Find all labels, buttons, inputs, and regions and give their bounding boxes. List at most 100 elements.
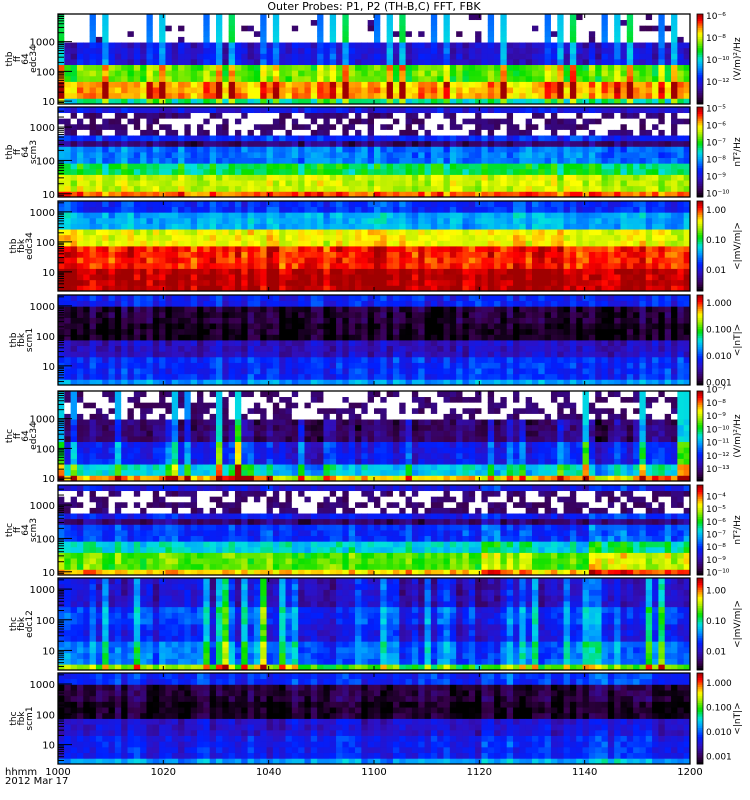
- spectrogram-cell: [513, 30, 520, 37]
- spectrogram-cell: [234, 223, 242, 230]
- spectrogram-cell: [626, 129, 634, 136]
- spectrogram-cell: [430, 257, 438, 264]
- spectrogram-cell: [487, 206, 495, 213]
- spectrogram-cell: [133, 180, 141, 187]
- spectrogram-cell: [291, 129, 299, 136]
- spectrogram-cell: [494, 47, 501, 54]
- spectrogram-cell: [525, 75, 533, 82]
- spectrogram-cell: [83, 14, 90, 21]
- spectrogram-cell: [342, 19, 350, 26]
- spectrogram-cell: [525, 81, 533, 88]
- spectrogram-cell: [487, 81, 495, 88]
- spectrogram-cell: [102, 59, 109, 66]
- spectrogram-cell: [437, 70, 444, 77]
- spectrogram-cell: [234, 123, 242, 130]
- spectrogram-cell: [374, 257, 381, 264]
- spectrogram-cell: [127, 240, 135, 247]
- spectrogram-cell: [588, 257, 596, 264]
- spectrogram-cell: [626, 234, 634, 241]
- spectrogram-cell: [58, 30, 65, 37]
- spectrogram-cell: [317, 70, 324, 77]
- spectrogram-cell: [348, 217, 356, 224]
- spectrogram-cell: [500, 246, 508, 253]
- spectrogram-cell: [197, 64, 204, 71]
- spectrogram-cell: [165, 201, 173, 208]
- spectrogram-cell: [500, 274, 508, 281]
- spectrogram-cell: [209, 229, 217, 236]
- spectrogram-cell: [519, 118, 527, 125]
- spectrogram-cell: [475, 36, 482, 43]
- spectrogram-cell: [247, 251, 255, 258]
- spectrogram-cell: [64, 262, 72, 269]
- spectrogram-cell: [418, 180, 425, 187]
- spectrogram-cell: [563, 70, 571, 77]
- spectrogram-cell: [209, 146, 217, 153]
- spectrogram-cell: [171, 185, 179, 192]
- spectrogram-cell: [342, 123, 350, 130]
- spectrogram-cell: [348, 229, 356, 236]
- spectrogram-cell: [532, 70, 539, 77]
- spectrogram-cell: [272, 157, 280, 164]
- spectrogram-cell: [266, 146, 274, 153]
- spectrogram-cell: [285, 107, 293, 114]
- spectrogram-cell: [569, 152, 577, 159]
- spectrogram-cell: [500, 42, 508, 49]
- spectrogram-cell: [449, 75, 457, 82]
- spectrogram-cell: [108, 14, 116, 21]
- spectrogram-cell: [329, 118, 337, 125]
- spectrogram-cell: [171, 107, 179, 114]
- spectrogram-cell: [342, 262, 350, 269]
- spectrogram-cell: [418, 129, 425, 136]
- spectrogram-cell: [411, 107, 419, 114]
- spectrogram-cell: [462, 107, 470, 114]
- spectrogram-cell: [595, 14, 602, 21]
- spectrogram-cell: [336, 92, 343, 99]
- spectrogram-cell: [582, 212, 590, 219]
- spectrogram-cell: [664, 246, 672, 253]
- spectrogram-cell: [367, 70, 375, 77]
- spectrogram-cell: [234, 107, 242, 114]
- spectrogram-cell: [456, 223, 463, 230]
- spectrogram-cell: [253, 123, 261, 130]
- panel-thb-ff-edc34: 101001000thbff64edc3410⁻⁶10⁻⁸10⁻¹⁰10⁻¹²(…: [5, 12, 743, 108]
- spectrogram-cell: [279, 185, 286, 192]
- spectrogram-cell: [601, 279, 609, 286]
- spectrogram-cell: [260, 268, 267, 275]
- spectrogram-cell: [95, 146, 103, 153]
- spectrogram-cell: [89, 174, 97, 181]
- spectrogram-cell: [279, 19, 286, 26]
- spectrogram-cell: [216, 246, 223, 253]
- spectrogram-cell: [178, 146, 185, 153]
- spectrogram-cell: [677, 129, 685, 136]
- spectrogram-cell: [620, 180, 628, 187]
- spectrogram-cell: [209, 240, 217, 247]
- spectrogram-cell: [279, 246, 286, 253]
- spectrogram-cell: [532, 217, 539, 224]
- spectrogram-cell: [190, 251, 198, 258]
- spectrogram-cell: [481, 30, 489, 37]
- spectrogram-cell: [70, 212, 78, 219]
- spectrogram-cell: [430, 59, 438, 66]
- spectrogram-cell: [639, 92, 647, 99]
- spectrogram-cell: [272, 42, 280, 49]
- spectrogram-cell: [272, 53, 280, 60]
- spectrogram-cell: [557, 129, 564, 136]
- spectrogram-cell: [336, 36, 343, 43]
- spectrogram-cell: [114, 234, 122, 241]
- spectrogram-cell: [639, 262, 647, 269]
- spectrogram-cell: [127, 14, 135, 21]
- spectrogram-cell: [399, 81, 406, 88]
- spectrogram-cell: [298, 217, 305, 224]
- spectrogram-cell: [178, 112, 185, 119]
- spectrogram-cell: [310, 163, 318, 170]
- spectrogram-cell: [222, 129, 230, 136]
- spectrogram-cell: [411, 36, 419, 43]
- spectrogram-cell: [272, 206, 280, 213]
- spectrogram-cell: [392, 206, 400, 213]
- spectrogram-cell: [513, 217, 520, 224]
- spectrogram-cell: [348, 112, 356, 119]
- spectrogram-cell: [626, 152, 634, 159]
- spectrogram-cell: [304, 107, 312, 114]
- spectrogram-cell: [405, 206, 413, 213]
- spectrogram-cell: [462, 19, 470, 26]
